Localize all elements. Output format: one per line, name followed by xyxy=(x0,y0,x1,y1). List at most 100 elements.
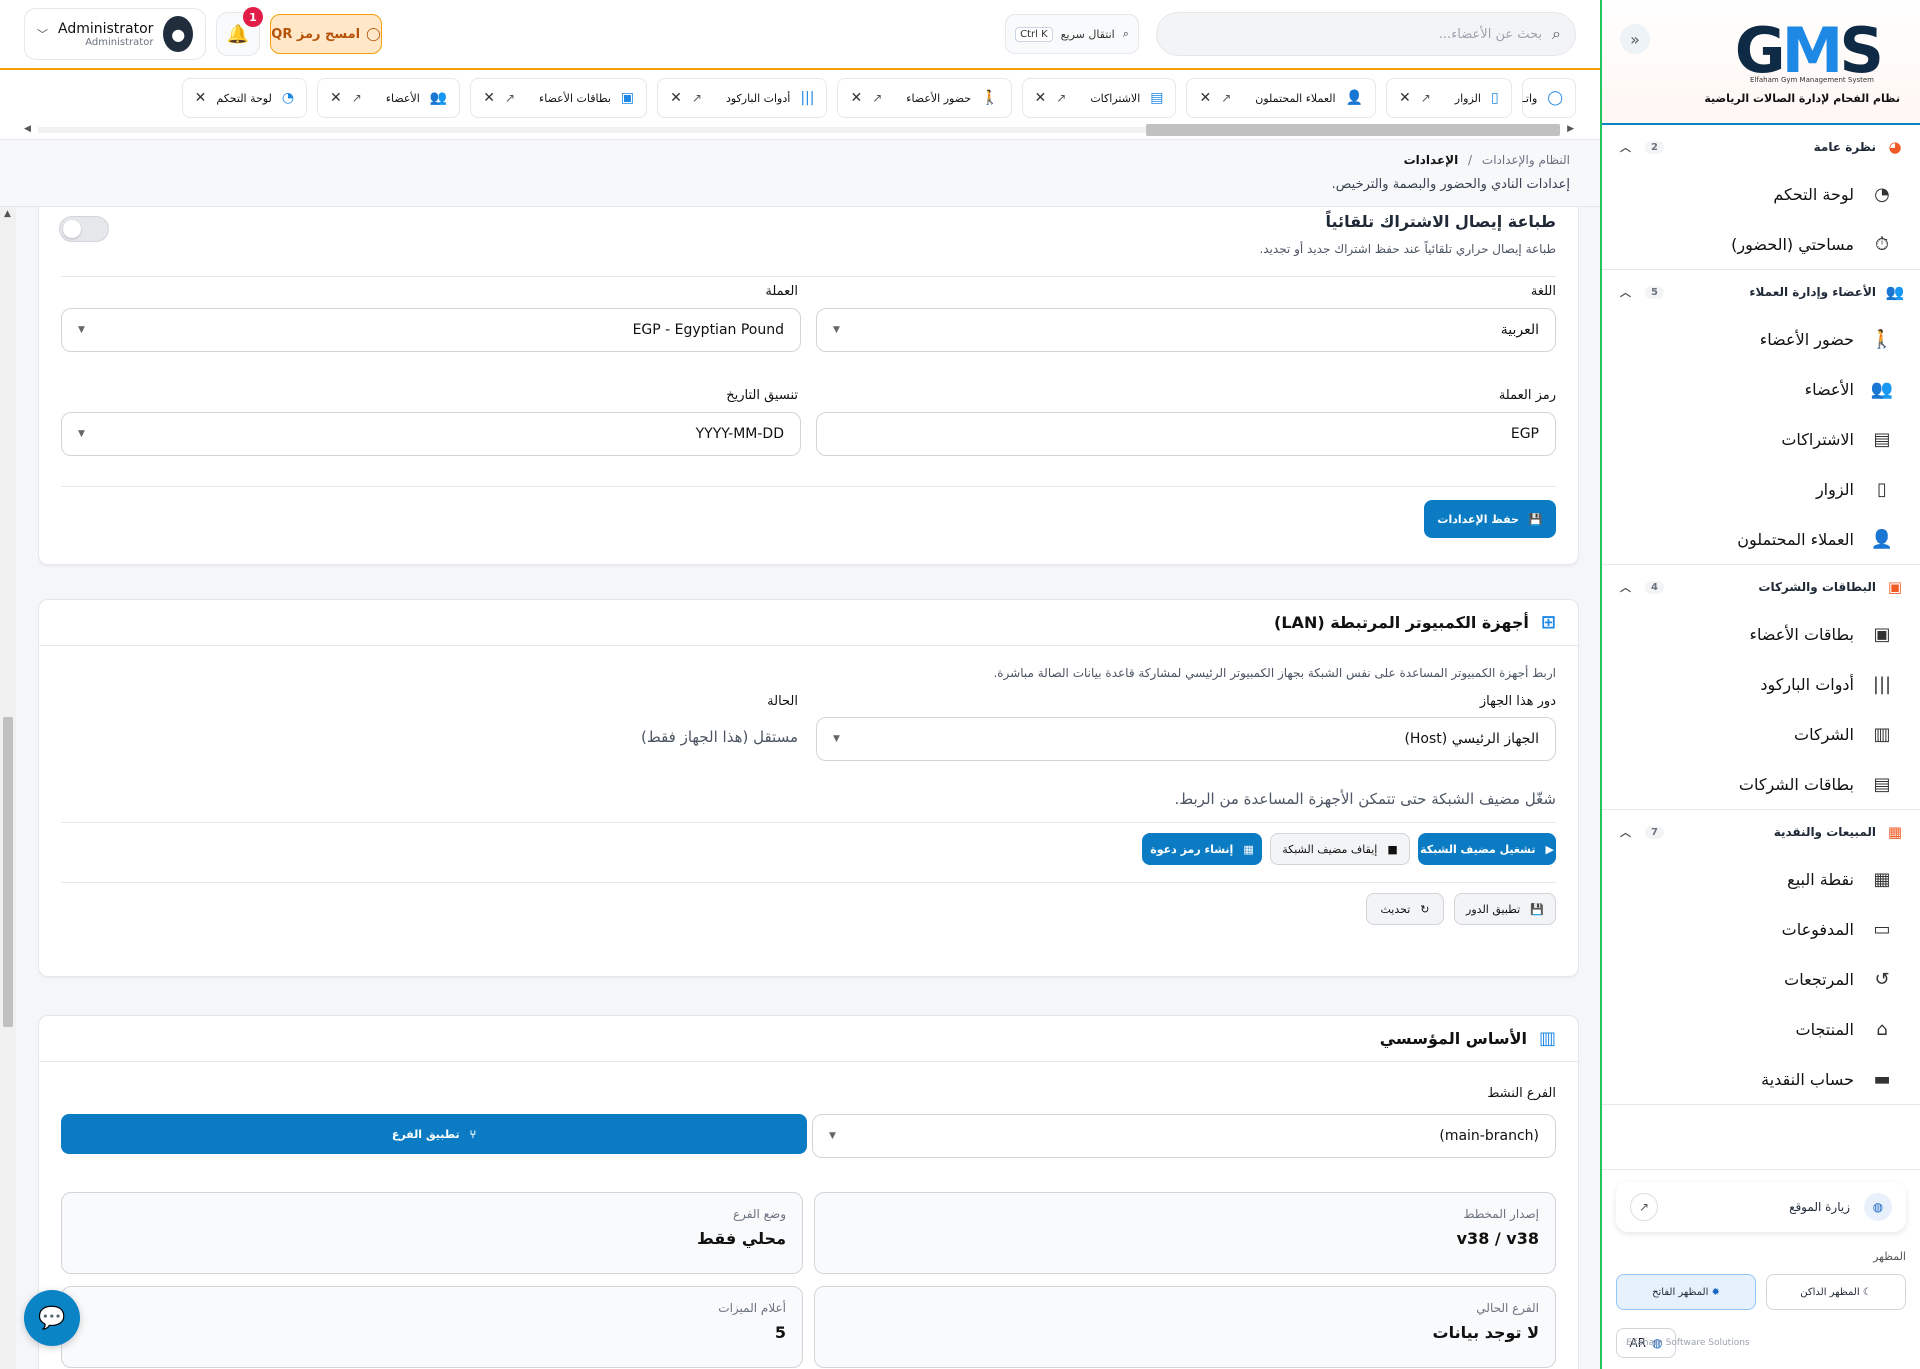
dashboard-icon: ◔ xyxy=(281,90,295,106)
close-icon[interactable]: ✕ xyxy=(670,90,682,106)
close-icon[interactable]: ✕ xyxy=(850,90,862,106)
close-icon[interactable]: ✕ xyxy=(195,90,207,106)
sidebar-item-companies[interactable]: ▥ الشركات xyxy=(1616,709,1906,759)
tab-dashboard[interactable]: ◔ لوحة التحكم ✕ xyxy=(181,78,308,118)
sidebar-item-member-attendance[interactable]: 🚶 حضور الأعضاء xyxy=(1616,314,1906,364)
nav-group-header[interactable]: ▣ البطاقات والشركات 4 ︿ xyxy=(1616,565,1906,609)
close-icon[interactable]: ✕ xyxy=(483,90,495,106)
tabs-scrollbar[interactable]: ▶ ◀ xyxy=(24,124,1574,136)
auto-print-toggle[interactable] xyxy=(59,216,109,242)
start-host-button[interactable]: ▶ تشغيل مضيف الشبكة xyxy=(1418,833,1556,865)
apply-branch-button[interactable]: ⑂ تطبيق الفرع xyxy=(61,1114,807,1154)
divider xyxy=(61,882,1556,883)
scan-qr-label: امسح رمز QR xyxy=(271,26,361,42)
sidebar-item-returns[interactable]: ↺ المرتجعات xyxy=(1616,954,1906,1004)
sidebar-item-members[interactable]: 👥 الأعضاء xyxy=(1616,364,1906,414)
sidebar-item-visitors[interactable]: ▯ الزوار xyxy=(1616,464,1906,514)
scrollbar-thumb[interactable] xyxy=(3,717,13,1027)
currency-symbol-input[interactable]: EGP xyxy=(816,412,1556,456)
tab-label: حضور الأعضاء xyxy=(906,91,972,105)
scroll-up-arrow-icon[interactable]: ▲ xyxy=(4,209,11,219)
sidebar-item-products[interactable]: ⌂ المنتجات xyxy=(1616,1004,1906,1054)
collapse-sidebar-button[interactable]: « xyxy=(1620,24,1650,54)
sidebar-item-member-cards[interactable]: ▣ بطاقات الأعضاء xyxy=(1616,609,1906,659)
nav-group-header[interactable]: ◕ نظرة عامة 2 ︿ xyxy=(1616,125,1906,169)
close-icon[interactable]: ✕ xyxy=(1035,90,1047,106)
external-link-icon[interactable]: ↗ xyxy=(1421,91,1431,105)
sidebar-item-dashboard[interactable]: ◔ لوحة التحكم xyxy=(1616,169,1906,219)
scan-qr-button[interactable]: ◯ امسح رمز QR xyxy=(270,14,382,54)
external-link-icon[interactable]: ↗ xyxy=(1056,91,1066,105)
external-link-icon[interactable]: ↗ xyxy=(1221,91,1231,105)
tab-subscriptions[interactable]: ▤ الاشتراكات ↗ ✕ xyxy=(1021,78,1177,118)
refresh-button[interactable]: ↻ تحديث xyxy=(1366,893,1444,925)
create-invite-button[interactable]: ▦ إنشاء رمز دعوة xyxy=(1142,833,1262,865)
sidebar-item-payments[interactable]: ▭ المدفوعات xyxy=(1616,904,1906,954)
nav-group-title: البطاقات والشركات xyxy=(1758,580,1876,594)
nav-group-title: نظرة عامة xyxy=(1813,140,1876,154)
visit-site-button[interactable]: ◍ زيارة الموقع ↗ xyxy=(1616,1182,1906,1232)
sidebar-item-subscriptions[interactable]: ▤ الاشتراكات xyxy=(1616,414,1906,464)
currency-select[interactable]: EGP - Egyptian Pound ▼ xyxy=(61,308,801,352)
lan-description: اربط أجهزة الكمبيوتر المساعدة على نفس ال… xyxy=(993,666,1556,680)
sidebar-item-leads[interactable]: 👤 العملاء المحتملون xyxy=(1616,514,1906,564)
external-link-icon[interactable]: ↗ xyxy=(692,91,702,105)
sidebar-item-cash-account[interactable]: ▬ حساب النقدية xyxy=(1616,1054,1906,1104)
chat-button[interactable]: 💬 xyxy=(24,1290,80,1346)
branch-card-title: الأساس المؤسسي xyxy=(1379,1029,1527,1048)
tab-member-cards[interactable]: ▣ بطاقات الأعضاء ↗ ✕ xyxy=(470,78,648,118)
scroll-right-arrow-icon[interactable]: ▶ xyxy=(1567,124,1574,134)
tab-member-attendance[interactable]: 🚶 حضور الأعضاء ↗ ✕ xyxy=(837,78,1012,118)
close-icon[interactable]: ✕ xyxy=(1399,90,1411,106)
save-icon: 💾 xyxy=(1530,902,1544,916)
active-branch-select[interactable]: (main-branch) ▼ xyxy=(812,1114,1556,1158)
sidebar-item-pos[interactable]: ▦ نقطة البيع xyxy=(1616,854,1906,904)
stop-host-button[interactable]: ■ إيقاف مضيف الشبكة xyxy=(1270,833,1410,865)
tab-barcode-tools[interactable]: ||| أدوات الباركود ↗ ✕ xyxy=(657,78,828,118)
dark-theme-button[interactable]: ☾ المظهر الداكن xyxy=(1766,1274,1906,1310)
scrollbar-thumb[interactable] xyxy=(1146,124,1560,136)
topbar: ⌕ بحث عن الأعضاء... ⌕ انتقال سريع Ctrl K… xyxy=(0,0,1600,68)
nav-group-header[interactable]: 👥 الأعضاء وإدارة العملاء 5 ︿ xyxy=(1616,270,1906,314)
tabs: ◔ لوحة التحكم ✕ 👥 الأعضاء ↗ ✕ ▣ بطاقات الأعضاء… xyxy=(181,78,1576,118)
visit-site-label: زيارة الموقع xyxy=(1789,1200,1850,1214)
external-link-icon[interactable]: ↗ xyxy=(505,91,515,105)
date-format-select[interactable]: YYYY-MM-DD ▼ xyxy=(61,412,801,456)
breadcrumb-parent[interactable]: النظام والإعدادات xyxy=(1482,153,1570,167)
refresh-label: تحديث xyxy=(1380,902,1411,916)
page-scrollbar[interactable]: ▲ xyxy=(0,207,16,1369)
external-link-icon[interactable]: ↗ xyxy=(872,91,882,105)
feature-flags-box: أعلام الميزات 5 xyxy=(61,1286,803,1368)
active-branch-label: الفرع النشط xyxy=(1487,1086,1556,1101)
apply-role-button[interactable]: 💾 تطبيق الدور xyxy=(1454,893,1556,925)
breadcrumb-current: الإعدادات xyxy=(1403,153,1459,167)
close-icon[interactable]: ✕ xyxy=(1199,90,1211,106)
sidebar-item-my-attendance[interactable]: ⏱ مساحتي (الحضور) xyxy=(1616,219,1906,269)
external-link-icon[interactable]: ↗ xyxy=(352,91,362,105)
language-select[interactable]: العربية ▼ xyxy=(816,308,1556,352)
tab-whatsapp[interactable]: ◯ واتـ xyxy=(1521,78,1576,118)
nav-group-members: 👥 الأعضاء وإدارة العملاء 5 ︿ 🚶 حضور الأعض… xyxy=(1602,270,1920,565)
currency-label: العملة xyxy=(765,284,798,299)
tab-visitors[interactable]: ▯ الزوار ↗ ✕ xyxy=(1385,78,1512,118)
language-label: اللغة xyxy=(1530,284,1556,299)
close-icon[interactable]: ✕ xyxy=(330,90,342,106)
tab-leads[interactable]: 👤 العملاء المحتملون ↗ ✕ xyxy=(1186,78,1376,118)
save-settings-button[interactable]: 💾 حفظ الإعدادات xyxy=(1424,500,1556,538)
user-name: Administrator xyxy=(58,20,154,37)
device-role-select[interactable]: الجهاز الرئيسي (Host) ▼ xyxy=(816,717,1556,761)
logo-tagline: نظام الفحام لإدارة الصالات الرياضية xyxy=(1704,92,1900,105)
open-tabs-bar: ◔ لوحة التحكم ✕ 👥 الأعضاء ↗ ✕ ▣ بطاقات الأعضاء… xyxy=(0,68,1600,140)
user-menu[interactable]: ﹀ Administrator Administrator ● xyxy=(24,8,206,60)
nav-group-count: 5 xyxy=(1645,285,1664,299)
sidebar-item-company-cards[interactable]: ▤ بطاقات الشركات xyxy=(1616,759,1906,809)
quick-jump-button[interactable]: ⌕ انتقال سريع Ctrl K xyxy=(1005,14,1139,54)
tab-members[interactable]: 👥 الأعضاء ↗ ✕ xyxy=(317,78,461,118)
apply-branch-label: تطبيق الفرع xyxy=(391,1127,460,1141)
nav-group-header[interactable]: ▦ المبيعات والنقدية 7 ︿ xyxy=(1616,810,1906,854)
scroll-left-arrow-icon[interactable]: ◀ xyxy=(24,124,31,134)
sidebar-item-barcode-tools[interactable]: ||| أدوات الباركود xyxy=(1616,659,1906,709)
light-theme-button[interactable]: ✹ المظهر الفاتح xyxy=(1616,1274,1756,1310)
notifications-button[interactable]: 🔔 1 xyxy=(216,7,263,56)
search-input[interactable]: ⌕ بحث عن الأعضاء... xyxy=(1156,12,1576,56)
